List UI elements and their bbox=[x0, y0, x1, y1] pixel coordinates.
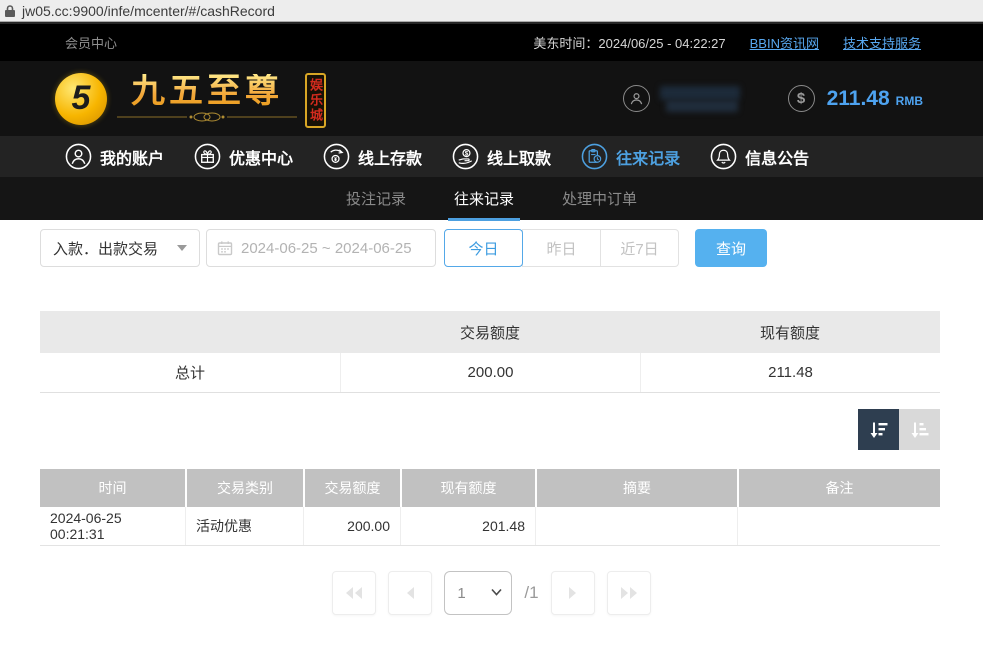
quick-range-group: 今日 昨日 近7日 bbox=[444, 229, 679, 267]
lock-icon bbox=[4, 4, 16, 18]
balance-amount: 211.48 bbox=[827, 87, 890, 111]
site-header: 5 九五至尊 娱乐城 $ 211.48 RMB bbox=[0, 61, 983, 136]
summary-header-transaction-amount: 交易额度 bbox=[340, 311, 640, 353]
browser-address-bar[interactable]: jw05.cc:9900/infe/mcenter/#/cashRecord bbox=[0, 0, 983, 22]
deposit-icon bbox=[323, 143, 350, 170]
tab-transaction-records[interactable]: 往来记录 bbox=[448, 188, 520, 221]
records-header-summary: 摘要 bbox=[535, 469, 737, 507]
bell-icon bbox=[710, 143, 737, 170]
nav-label: 优惠中心 bbox=[229, 145, 293, 169]
summary-current-balance: 211.48 bbox=[640, 353, 940, 392]
summary-table: 交易额度 现有额度 总计 200.00 211.48 bbox=[40, 311, 940, 393]
transaction-type-select[interactable]: 入款．出款交易 bbox=[40, 229, 200, 267]
url-text: jw05.cc:9900/infe/mcenter/#/cashRecord bbox=[22, 3, 275, 19]
user-info bbox=[623, 85, 740, 112]
tech-support-link[interactable]: 技术支持服务 bbox=[843, 33, 921, 52]
records-header-remark: 备注 bbox=[737, 469, 940, 507]
pagination: 1 /1 bbox=[40, 571, 943, 615]
nav-online-withdrawal[interactable]: $ 线上取款 bbox=[452, 143, 551, 170]
record-time: 2024-06-25 00:21:31 bbox=[40, 507, 185, 545]
us-eastern-time: 美东时间：2024/06/25 - 04:22:27 bbox=[533, 33, 725, 52]
record-remark bbox=[737, 507, 940, 545]
sort-ascending-button[interactable] bbox=[899, 409, 940, 450]
next-page-button[interactable] bbox=[551, 571, 595, 615]
avatar-icon bbox=[623, 85, 650, 112]
site-logo[interactable]: 5 九五至尊 娱乐城 bbox=[55, 69, 326, 128]
nav-label: 线上取款 bbox=[487, 145, 551, 169]
tab-pending-orders[interactable]: 处理中订单 bbox=[556, 188, 643, 221]
filter-toolbar: 入款．出款交易 2024-06-25 ~ 2024-06-25 今日 昨日 近7… bbox=[40, 229, 943, 267]
records-header-amount: 交易额度 bbox=[303, 469, 400, 507]
user-icon bbox=[65, 143, 92, 170]
logo-95-icon: 5 bbox=[55, 73, 107, 125]
quick-range-today[interactable]: 今日 bbox=[444, 229, 523, 267]
last-page-icon bbox=[619, 585, 639, 601]
sort-desc-icon bbox=[868, 419, 890, 441]
gift-icon bbox=[194, 143, 221, 170]
page-select[interactable]: 1 bbox=[444, 571, 512, 615]
withdraw-icon: $ bbox=[452, 143, 479, 170]
balance-currency: RMB bbox=[896, 94, 923, 108]
logo-flourish-ornament bbox=[117, 111, 297, 123]
sort-descending-button[interactable] bbox=[858, 409, 899, 450]
next-page-icon bbox=[567, 585, 579, 601]
username-redacted bbox=[660, 86, 740, 112]
prev-page-icon bbox=[404, 585, 416, 601]
records-header-time: 时间 bbox=[40, 469, 185, 507]
nav-my-account[interactable]: 我的账户 bbox=[65, 143, 164, 170]
member-center-label: 会员中心 bbox=[65, 33, 117, 52]
summary-total-label: 总计 bbox=[40, 353, 340, 392]
balance-display: $ 211.48 RMB bbox=[788, 85, 923, 112]
records-header-type: 交易类别 bbox=[185, 469, 303, 507]
nav-announcements[interactable]: 信息公告 bbox=[710, 143, 809, 170]
date-range-value: 2024-06-25 ~ 2024-06-25 bbox=[241, 240, 412, 257]
utility-bar: 会员中心 美东时间：2024/06/25 - 04:22:27 BBIN资讯网 … bbox=[0, 22, 983, 61]
date-range-input[interactable]: 2024-06-25 ~ 2024-06-25 bbox=[206, 229, 436, 267]
records-header-balance: 现有额度 bbox=[400, 469, 535, 507]
record-summary bbox=[535, 507, 737, 545]
summary-transaction-amount: 200.00 bbox=[340, 353, 640, 392]
svg-text:$: $ bbox=[465, 151, 469, 158]
calendar-icon bbox=[217, 240, 233, 256]
nav-online-deposit[interactable]: 线上存款 bbox=[323, 143, 422, 170]
secondary-tabs: 投注记录 往来记录 处理中订单 bbox=[0, 177, 983, 220]
prev-page-button[interactable] bbox=[388, 571, 432, 615]
nav-promotions[interactable]: 优惠中心 bbox=[194, 143, 293, 170]
transaction-type-value: 入款．出款交易 bbox=[53, 238, 158, 259]
last-page-button[interactable] bbox=[607, 571, 651, 615]
logo-title: 九五至尊 bbox=[131, 74, 283, 110]
summary-total-row: 总计 200.00 211.48 bbox=[40, 353, 940, 393]
record-type: 活动优惠 bbox=[185, 507, 303, 545]
nav-label: 我的账户 bbox=[100, 145, 164, 169]
dollar-icon: $ bbox=[788, 85, 815, 112]
search-button[interactable]: 查询 bbox=[695, 229, 767, 267]
main-navigation: 我的账户 优惠中心 线上存款 $ 线上取款 往来记录 信息公告 bbox=[0, 136, 983, 177]
table-row: 2024-06-25 00:21:31 活动优惠 200.00 201.48 bbox=[40, 507, 940, 546]
quick-range-yesterday[interactable]: 昨日 bbox=[522, 229, 601, 267]
nav-transaction-records[interactable]: 往来记录 bbox=[581, 143, 680, 170]
bbin-news-link[interactable]: BBIN资讯网 bbox=[750, 33, 819, 52]
chevron-down-icon bbox=[177, 245, 187, 251]
records-icon bbox=[581, 143, 608, 170]
summary-table-header: 交易额度 现有额度 bbox=[40, 311, 940, 353]
sort-controls bbox=[40, 409, 940, 450]
logo-badge: 娱乐城 bbox=[305, 73, 326, 128]
nav-label: 往来记录 bbox=[616, 145, 680, 169]
record-amount: 200.00 bbox=[303, 507, 400, 545]
tab-betting-records[interactable]: 投注记录 bbox=[340, 188, 412, 221]
nav-label: 线上存款 bbox=[358, 145, 422, 169]
page-select-wrap: 1 bbox=[444, 571, 512, 615]
first-page-button[interactable] bbox=[332, 571, 376, 615]
records-table: 时间 交易类别 交易额度 现有额度 摘要 备注 2024-06-25 00:21… bbox=[40, 469, 940, 546]
quick-range-last7days[interactable]: 近7日 bbox=[600, 229, 679, 267]
summary-header-current-balance: 现有额度 bbox=[640, 311, 940, 353]
sort-asc-icon bbox=[909, 419, 931, 441]
record-balance: 201.48 bbox=[400, 507, 535, 545]
records-table-header: 时间 交易类别 交易额度 现有额度 摘要 备注 bbox=[40, 469, 940, 507]
page-total-label: /1 bbox=[524, 583, 538, 603]
summary-header-blank bbox=[40, 311, 340, 353]
first-page-icon bbox=[344, 585, 364, 601]
nav-label: 信息公告 bbox=[745, 145, 809, 169]
